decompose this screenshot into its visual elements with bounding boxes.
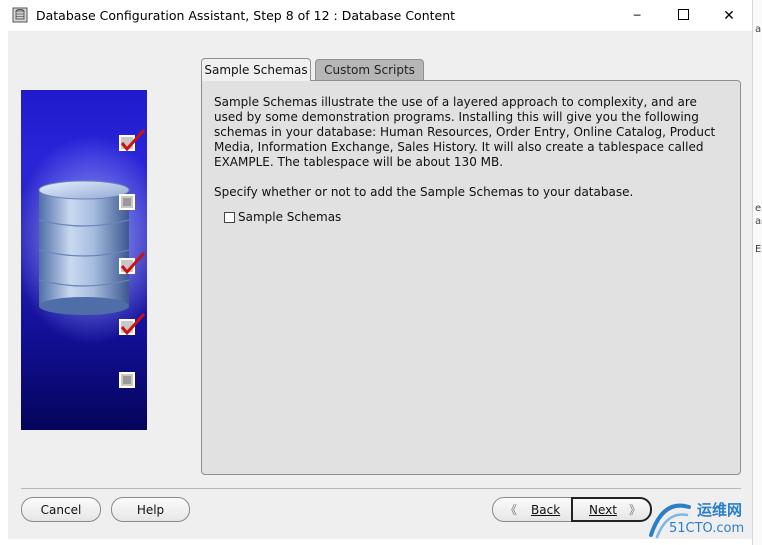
chevron-right-icon: 》 bbox=[628, 503, 641, 517]
back-button-label: Back bbox=[531, 502, 561, 517]
help-button[interactable]: Help bbox=[111, 497, 190, 522]
app-icon bbox=[12, 7, 28, 23]
checked-box-icon bbox=[119, 128, 146, 152]
unchecked-box-icon bbox=[119, 372, 135, 388]
step-checkbox-3 bbox=[118, 251, 147, 284]
sample-schemas-checkbox-label[interactable]: Sample Schemas bbox=[238, 210, 341, 224]
watermark: 运维网 51CTO.com bbox=[645, 497, 760, 542]
button-bar-divider bbox=[21, 488, 741, 489]
title-bar: Database Configuration Assistant, Step 8… bbox=[0, 0, 752, 31]
maximize-button[interactable] bbox=[660, 0, 706, 31]
step-checkbox-4 bbox=[118, 312, 147, 345]
watermark-text-en: 51CTO.com bbox=[669, 521, 745, 536]
sample-schemas-option[interactable]: Sample Schemas bbox=[224, 210, 341, 224]
sample-schemas-prompt: Specify whether or not to add the Sample… bbox=[214, 185, 634, 199]
step-checkbox-1 bbox=[118, 128, 147, 161]
background-fragment: E bbox=[755, 244, 762, 255]
step-checkbox-5 bbox=[118, 371, 138, 394]
minimize-button[interactable]: ─ bbox=[614, 0, 660, 31]
checked-box-icon bbox=[119, 251, 146, 275]
minimize-icon: ─ bbox=[633, 9, 641, 22]
background-window: a e as E bbox=[752, 0, 762, 545]
tab-content-panel: Sample Schemas illustrate the use of a l… bbox=[201, 80, 741, 475]
wizard-graphic bbox=[21, 90, 147, 430]
tab-sample-schemas[interactable]: Sample Schemas bbox=[201, 58, 311, 81]
close-icon: ✕ bbox=[723, 7, 735, 24]
watermark-text-cn: 运维网 bbox=[697, 501, 743, 519]
tab-custom-scripts[interactable]: Custom Scripts bbox=[315, 59, 424, 80]
unchecked-box-icon bbox=[119, 194, 135, 210]
close-button[interactable]: ✕ bbox=[706, 0, 752, 31]
cancel-button-label: Cancel bbox=[40, 502, 82, 517]
background-fragment: e bbox=[755, 203, 762, 214]
next-button-label: Next bbox=[589, 502, 617, 517]
sample-schemas-description: Sample Schemas illustrate the use of a l… bbox=[214, 95, 716, 169]
chevron-left-icon: 《 bbox=[505, 503, 518, 517]
background-fragment: a bbox=[755, 24, 762, 35]
sample-schemas-checkbox[interactable] bbox=[224, 211, 235, 223]
back-button[interactable]: 《 Back bbox=[492, 497, 572, 522]
cancel-button[interactable]: Cancel bbox=[21, 497, 101, 522]
background-fragment: as bbox=[755, 216, 762, 227]
next-button[interactable]: Next 》 bbox=[571, 497, 652, 522]
dialog-body: Sample Schemas Custom Scripts Sample Sch… bbox=[8, 31, 752, 539]
window-title: Database Configuration Assistant, Step 8… bbox=[36, 8, 456, 23]
maximize-icon bbox=[677, 8, 689, 23]
help-button-label: Help bbox=[136, 502, 165, 517]
checked-box-icon bbox=[119, 312, 146, 336]
step-checkbox-2 bbox=[118, 193, 138, 216]
